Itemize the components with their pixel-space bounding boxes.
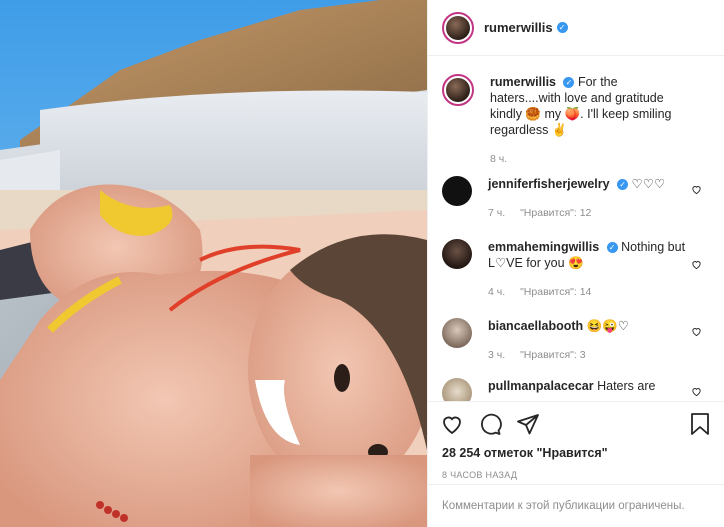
comment-text: ♡♡♡: [631, 177, 666, 191]
commenter-avatar[interactable]: [442, 176, 472, 206]
verified-icon: ✓: [617, 179, 629, 191]
comments-list[interactable]: rumerwillis ✓ For the haters....with lov…: [428, 56, 724, 401]
comment-username[interactable]: pullmanpalacecar: [488, 379, 594, 393]
share-icon[interactable]: [516, 412, 540, 436]
instagram-post: rumerwillis ✓ rumerwillis ✓ For the hate…: [0, 0, 724, 527]
comment-username[interactable]: biancaellabooth: [488, 319, 583, 333]
comment-item: emmahemingwillis ✓ Nothing but L♡VE for …: [428, 239, 724, 300]
posted-time[interactable]: 8 ЧАСОВ НАЗАД: [428, 470, 724, 480]
likes-count[interactable]: 28 254 отметок "Нравится": [428, 446, 724, 460]
like-comment-icon[interactable]: [691, 386, 702, 397]
comment-likes[interactable]: "Нравится": 3: [520, 349, 585, 361]
like-comment-icon[interactable]: [691, 326, 702, 337]
comment-username[interactable]: jenniferfisherjewelry: [488, 177, 610, 191]
post-header: rumerwillis ✓: [428, 0, 724, 56]
verified-icon: ✓: [563, 77, 575, 89]
save-bookmark-icon[interactable]: [688, 412, 712, 436]
like-comment-icon[interactable]: [691, 184, 702, 195]
commenter-avatar[interactable]: [442, 378, 472, 401]
author-avatar[interactable]: [442, 11, 474, 44]
comment-text: Haters are: [597, 379, 656, 393]
comment-likes[interactable]: "Нравится": 12: [520, 207, 591, 219]
verified-icon: ✓: [556, 22, 568, 33]
comment-username[interactable]: emmahemingwillis: [488, 240, 599, 254]
post-sidebar: rumerwillis ✓ rumerwillis ✓ For the hate…: [427, 0, 724, 527]
author-avatar-small[interactable]: [442, 74, 474, 106]
commenter-avatar[interactable]: [442, 318, 472, 348]
comment-time[interactable]: 3 ч.: [488, 349, 505, 361]
comment-likes[interactable]: "Нравится": 14: [520, 286, 591, 298]
comment-item: jenniferfisherjewelry ✓ ♡♡♡ 7 ч. "Нравит…: [428, 176, 724, 221]
like-heart-icon[interactable]: [440, 412, 464, 436]
author-username[interactable]: rumerwillis: [484, 20, 553, 35]
comments-restricted-notice: Комментарии к этой публикации ограничены…: [428, 484, 724, 527]
comment-text: 😆😜♡: [586, 319, 629, 333]
caption-username[interactable]: rumerwillis: [490, 75, 556, 89]
comment-icon[interactable]: [478, 412, 502, 436]
post-actions: 28 254 отметок "Нравится" 8 ЧАСОВ НАЗАД: [428, 401, 724, 480]
caption-time[interactable]: 8 ч.: [490, 153, 507, 165]
photo-image: [0, 0, 427, 527]
caption-item: rumerwillis ✓ For the haters....with lov…: [428, 74, 724, 167]
like-comment-icon[interactable]: [691, 259, 702, 270]
post-photo[interactable]: [0, 0, 427, 527]
commenter-avatar[interactable]: [442, 239, 472, 269]
comment-item: biancaellabooth 😆😜♡ 3 ч. "Нравится": 3: [428, 318, 724, 363]
comment-time[interactable]: 4 ч.: [488, 286, 505, 298]
action-bar: [428, 402, 724, 446]
comment-time[interactable]: 7 ч.: [488, 207, 505, 219]
comment-item: pullmanpalacecar Haters are: [428, 378, 724, 401]
verified-icon: ✓: [606, 242, 618, 254]
